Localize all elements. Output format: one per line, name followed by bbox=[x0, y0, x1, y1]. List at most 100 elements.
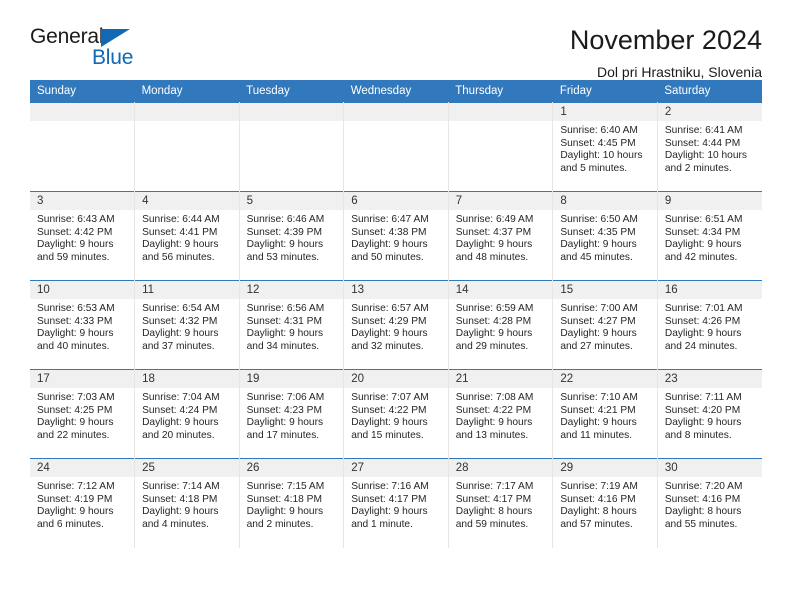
day-sun-info: Sunrise: 6:40 AM Sunset: 4:45 PM Daylight:… bbox=[553, 121, 657, 175]
day-number: 19 bbox=[239, 370, 344, 388]
calendar-day-cell[interactable]: 3 Sunrise: 6:43 AM Sunset: 4:42 PM Daylight… bbox=[30, 191, 136, 281]
calendar-day-cell[interactable]: 21 Sunrise: 7:08 AM Sunset: 4:22 PM Dayligh… bbox=[448, 369, 554, 459]
calendar-day-cell[interactable]: 1 Sunrise: 6:40 AM Sunset: 4:45 PM Daylight… bbox=[552, 102, 658, 192]
calendar-day-cell[interactable]: 2 Sunrise: 6:41 AM Sunset: 4:44 PM Daylight… bbox=[657, 102, 762, 192]
calendar-day-cell[interactable]: 29 Sunrise: 7:19 AM Sunset: 4:16 PM Dayligh… bbox=[552, 458, 658, 548]
calendar-day-cell[interactable]: 26 Sunrise: 7:15 AM Sunset: 4:18 PM Dayligh… bbox=[239, 458, 345, 548]
daylight-text: Daylight: 9 hours and 32 minutes. bbox=[351, 328, 428, 352]
day-number: 10 bbox=[30, 281, 135, 299]
calendar-day-cell[interactable]: 7 Sunrise: 6:49 AM Sunset: 4:37 PM Daylight… bbox=[448, 191, 554, 281]
day-number: 7 bbox=[448, 192, 553, 210]
sunset-text: Sunset: 4:29 PM bbox=[351, 315, 427, 327]
day-number: 24 bbox=[30, 459, 135, 477]
sunset-text: Sunset: 4:18 PM bbox=[246, 493, 322, 505]
calendar-body: 1 Sunrise: 6:40 AM Sunset: 4:45 PM Daylight… bbox=[30, 102, 762, 548]
calendar-day-cell[interactable]: 12 Sunrise: 6:56 AM Sunset: 4:31 PM Dayligh… bbox=[239, 280, 345, 370]
sunset-text: Sunset: 4:16 PM bbox=[664, 493, 741, 505]
day-sun-info: Sunrise: 7:08 AM Sunset: 4:22 PM Daylight:… bbox=[449, 388, 553, 442]
weekday-header-wednesday: Wednesday bbox=[343, 80, 449, 103]
calendar-day-cell[interactable]: 18 Sunrise: 7:04 AM Sunset: 4:24 PM Dayligh… bbox=[134, 369, 240, 459]
calendar-day-cell[interactable]: 24 Sunrise: 7:12 AM Sunset: 4:19 PM Dayligh… bbox=[30, 458, 136, 548]
calendar-day-cell[interactable]: 6 Sunrise: 6:47 AM Sunset: 4:38 PM Daylight… bbox=[343, 191, 449, 281]
day-number bbox=[239, 103, 344, 121]
calendar-week-row: 1 Sunrise: 6:40 AM Sunset: 4:45 PM Daylight… bbox=[30, 102, 762, 192]
day-number: 29 bbox=[553, 459, 657, 477]
day-sun-info: Sunrise: 6:51 AM Sunset: 4:34 PM Daylight:… bbox=[658, 210, 762, 264]
sunrise-text: Sunrise: 6:53 AM bbox=[37, 303, 115, 314]
day-number: 1 bbox=[553, 103, 657, 121]
calendar-day-cell[interactable]: 23 Sunrise: 7:11 AM Sunset: 4:20 PM Dayligh… bbox=[657, 369, 762, 459]
calendar-day-cell-empty bbox=[239, 102, 345, 192]
calendar-week-row: 3 Sunrise: 6:43 AM Sunset: 4:42 PM Daylight… bbox=[30, 191, 762, 281]
day-sun-info: Sunrise: 6:41 AM Sunset: 4:44 PM Daylight:… bbox=[658, 121, 762, 175]
sunrise-text: Sunrise: 7:10 AM bbox=[560, 392, 638, 403]
calendar-day-cell-empty bbox=[134, 102, 240, 192]
daylight-text: Daylight: 9 hours and 2 minutes. bbox=[246, 506, 324, 530]
calendar-day-cell[interactable]: 27 Sunrise: 7:16 AM Sunset: 4:17 PM Dayligh… bbox=[343, 458, 449, 548]
sunset-text: Sunset: 4:35 PM bbox=[560, 226, 636, 238]
logo-text-general: General bbox=[30, 25, 104, 48]
calendar-day-cell[interactable]: 17 Sunrise: 7:03 AM Sunset: 4:25 PM Dayligh… bbox=[30, 369, 136, 459]
daylight-text: Daylight: 9 hours and 45 minutes. bbox=[560, 239, 637, 263]
general-blue-logo[interactable]: General Blue bbox=[30, 26, 150, 74]
calendar-day-cell[interactable]: 20 Sunrise: 7:07 AM Sunset: 4:22 PM Dayligh… bbox=[343, 369, 449, 459]
day-sun-info: Sunrise: 6:46 AM Sunset: 4:39 PM Daylight:… bbox=[240, 210, 344, 264]
sunrise-text: Sunrise: 6:46 AM bbox=[246, 214, 325, 225]
daylight-text: Daylight: 9 hours and 4 minutes. bbox=[142, 506, 219, 530]
sunset-text: Sunset: 4:18 PM bbox=[142, 493, 218, 505]
calendar-day-cell[interactable]: 10 Sunrise: 6:53 AM Sunset: 4:33 PM Dayligh… bbox=[30, 280, 136, 370]
sunrise-text: Sunrise: 7:14 AM bbox=[142, 481, 220, 492]
sunrise-text: Sunrise: 6:43 AM bbox=[37, 214, 115, 225]
calendar-day-cell[interactable]: 25 Sunrise: 7:14 AM Sunset: 4:18 PM Dayligh… bbox=[134, 458, 240, 548]
sunset-text: Sunset: 4:42 PM bbox=[37, 226, 113, 238]
day-number: 17 bbox=[30, 370, 135, 388]
sunrise-text: Sunrise: 6:59 AM bbox=[455, 303, 534, 314]
calendar-header-row: Sunday Monday Tuesday Wednesday Thursday… bbox=[30, 80, 762, 103]
day-sun-info: Sunrise: 7:04 AM Sunset: 4:24 PM Daylight:… bbox=[135, 388, 239, 442]
calendar-day-cell[interactable]: 8 Sunrise: 6:50 AM Sunset: 4:35 PM Daylight… bbox=[552, 191, 658, 281]
sunrise-text: Sunrise: 6:56 AM bbox=[246, 303, 325, 314]
daylight-text: Daylight: 9 hours and 24 minutes. bbox=[664, 328, 742, 352]
calendar-day-cell[interactable]: 19 Sunrise: 7:06 AM Sunset: 4:23 PM Dayligh… bbox=[239, 369, 345, 459]
day-number: 25 bbox=[135, 459, 239, 477]
calendar-day-cell[interactable]: 30 Sunrise: 7:20 AM Sunset: 4:16 PM Dayligh… bbox=[657, 458, 762, 548]
weekday-header-friday: Friday bbox=[552, 80, 658, 103]
calendar-day-cell[interactable]: 13 Sunrise: 6:57 AM Sunset: 4:29 PM Dayligh… bbox=[343, 280, 449, 370]
calendar-day-cell[interactable]: 16 Sunrise: 7:01 AM Sunset: 4:26 PM Dayligh… bbox=[657, 280, 762, 370]
day-number: 12 bbox=[239, 281, 344, 299]
daylight-text: Daylight: 9 hours and 48 minutes. bbox=[455, 239, 533, 263]
calendar-day-cell[interactable]: 11 Sunrise: 6:54 AM Sunset: 4:32 PM Dayligh… bbox=[134, 280, 240, 370]
sunset-text: Sunset: 4:19 PM bbox=[37, 493, 113, 505]
calendar-day-cell[interactable]: 22 Sunrise: 7:10 AM Sunset: 4:21 PM Dayligh… bbox=[552, 369, 658, 459]
calendar-day-cell[interactable]: 9 Sunrise: 6:51 AM Sunset: 4:34 PM Daylight… bbox=[657, 191, 762, 281]
day-sun-info: Sunrise: 7:07 AM Sunset: 4:22 PM Daylight:… bbox=[344, 388, 448, 442]
calendar-day-cell[interactable]: 15 Sunrise: 7:00 AM Sunset: 4:27 PM Dayligh… bbox=[552, 280, 658, 370]
sunset-text: Sunset: 4:38 PM bbox=[351, 226, 427, 238]
sunset-text: Sunset: 4:20 PM bbox=[664, 404, 741, 416]
sunrise-text: Sunrise: 7:06 AM bbox=[246, 392, 325, 403]
calendar-day-cell[interactable]: 5 Sunrise: 6:46 AM Sunset: 4:39 PM Daylight… bbox=[239, 191, 345, 281]
title-block: November 2024 Dol pri Hrastniku, Sloveni… bbox=[570, 26, 762, 81]
daylight-text: Daylight: 9 hours and 50 minutes. bbox=[351, 239, 428, 263]
day-number: 27 bbox=[344, 459, 448, 477]
day-sun-info: Sunrise: 7:03 AM Sunset: 4:25 PM Daylight:… bbox=[30, 388, 134, 442]
sunrise-text: Sunrise: 6:44 AM bbox=[142, 214, 220, 225]
logo-text-blue: Blue bbox=[92, 46, 134, 69]
weekday-header-monday: Monday bbox=[134, 80, 240, 103]
calendar-day-cell[interactable]: 14 Sunrise: 6:59 AM Sunset: 4:28 PM Dayligh… bbox=[448, 280, 554, 370]
day-sun-info: Sunrise: 7:17 AM Sunset: 4:17 PM Daylight:… bbox=[449, 477, 553, 531]
daylight-text: Daylight: 9 hours and 15 minutes. bbox=[351, 417, 428, 441]
sunrise-text: Sunrise: 7:04 AM bbox=[142, 392, 220, 403]
calendar-day-cell[interactable]: 4 Sunrise: 6:44 AM Sunset: 4:41 PM Daylight… bbox=[134, 191, 240, 281]
day-number: 5 bbox=[239, 192, 344, 210]
calendar-day-cell-empty bbox=[448, 102, 554, 192]
daylight-text: Daylight: 9 hours and 6 minutes. bbox=[37, 506, 114, 530]
sunrise-text: Sunrise: 6:40 AM bbox=[560, 125, 638, 136]
daylight-text: Daylight: 9 hours and 56 minutes. bbox=[142, 239, 219, 263]
day-sun-info: Sunrise: 6:54 AM Sunset: 4:32 PM Daylight:… bbox=[135, 299, 239, 353]
sunset-text: Sunset: 4:27 PM bbox=[560, 315, 636, 327]
sunset-text: Sunset: 4:41 PM bbox=[142, 226, 218, 238]
calendar-day-cell[interactable]: 28 Sunrise: 7:17 AM Sunset: 4:17 PM Dayligh… bbox=[448, 458, 554, 548]
sunset-text: Sunset: 4:34 PM bbox=[664, 226, 741, 238]
day-number: 18 bbox=[135, 370, 239, 388]
